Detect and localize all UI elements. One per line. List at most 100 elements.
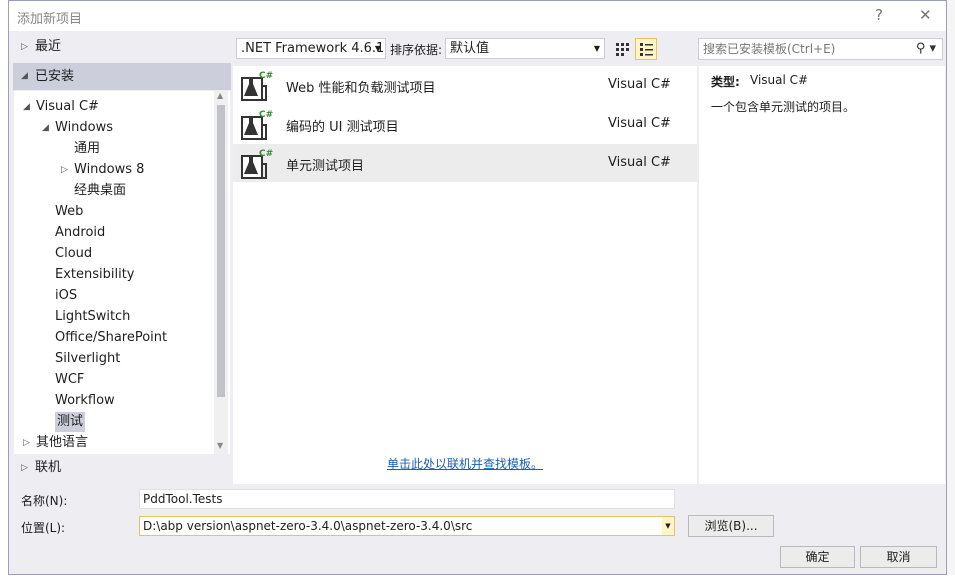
tree-item[interactable]: Cloud [55, 244, 92, 264]
template-language: Visual C# [608, 155, 671, 170]
category-recent[interactable]: ▷ 最近 [13, 35, 231, 59]
sort-select[interactable]: 默认值 ▼ [445, 38, 605, 59]
scroll-down-icon[interactable]: ▼ [217, 441, 223, 450]
tree-item-label: 测试 [57, 414, 84, 429]
sort-label: 排序依据: [390, 43, 443, 57]
help-button[interactable]: ? [875, 6, 883, 24]
template-tree: ◢ Visual C# ◢ Windows 通用 ▷ Windows 8 经典桌面 Web And… [14, 91, 230, 454]
tree-item-label: Extensibility [55, 267, 135, 282]
grid-view-icon[interactable] [612, 39, 632, 59]
location-label: 位置(L): [21, 521, 66, 535]
search-icon[interactable]: ⚲ ▾ [916, 39, 936, 59]
tree-item-label: Visual C# [36, 99, 99, 114]
tree-item[interactable]: Extensibility [55, 265, 135, 285]
name-input[interactable]: PddTool.Tests [139, 489, 675, 509]
ok-button[interactable]: 确定 [780, 546, 855, 568]
tree-item-label: 其他语言 [36, 435, 89, 450]
online-templates-link[interactable]: 单击此处以联机并查找模板。 [233, 455, 697, 472]
list-view-icon[interactable] [635, 38, 657, 60]
expand-icon[interactable]: ▷ [61, 160, 68, 180]
tree-item[interactable]: 通用 [74, 139, 100, 159]
template-language: Visual C# [608, 116, 671, 131]
dialog-title: 添加新项目 [17, 12, 83, 27]
installed-label: 已安装 [35, 69, 75, 84]
tree-item[interactable]: Office/SharePoint [55, 328, 167, 348]
type-label: 类型: [711, 75, 740, 89]
tree-item-label: Windows 8 [74, 162, 145, 177]
dropdown-arrow-icon: ▼ [374, 44, 381, 53]
tree-item-label: Workflow [55, 393, 115, 408]
expand-icon: ▷ [21, 42, 28, 52]
tree-item-label: LightSwitch [55, 309, 131, 324]
dropdown-arrow-icon: ▼ [593, 44, 600, 53]
tree-item[interactable]: Android [55, 223, 105, 243]
template-name: Web 性能和负载测试项目 [286, 81, 436, 96]
location-input[interactable]: D:\abp version\aspnet-zero-3.4.0\aspnet-… [139, 516, 675, 536]
template-description: 一个包含单元测试的项目。 [711, 100, 856, 114]
location-value: D:\abp version\aspnet-zero-3.4.0\aspnet-… [143, 519, 473, 533]
category-installed[interactable]: ◢ 已安装 [13, 63, 231, 90]
tree-item[interactable]: Workflow [55, 391, 115, 411]
test-project-icon: C# [241, 149, 273, 179]
template-item[interactable]: C# Web 性能和负载测试项目 Visual C# [233, 66, 697, 104]
background-editor [947, 0, 955, 582]
tree-item[interactable]: ◢ Visual C# [23, 97, 99, 117]
tree-item[interactable]: ▷ Windows 8 [61, 160, 145, 180]
dropdown-arrow-icon[interactable]: ▼ [662, 517, 674, 535]
sort-value: 默认值 [450, 41, 490, 56]
expand-icon[interactable]: ▷ [23, 433, 30, 453]
tree-item[interactable]: 经典桌面 [74, 181, 126, 201]
framework-value: .NET Framework 4.6.1 [241, 41, 385, 56]
tree-item-label: Office/SharePoint [55, 330, 168, 345]
tree-item[interactable]: ◢ Windows [42, 118, 114, 138]
tree-item-label: Web [55, 204, 84, 219]
type-value: Visual C# [750, 73, 809, 87]
recent-label: 最近 [35, 39, 62, 54]
template-name: 编码的 UI 测试项目 [286, 120, 399, 135]
tree-item-label: 经典桌面 [74, 183, 127, 198]
tree-item[interactable]: ▷ 其他语言 [23, 433, 89, 453]
tree-item-label: Android [55, 225, 106, 240]
tree-item-label: iOS [55, 288, 78, 303]
template-name: 单元测试项目 [286, 159, 365, 174]
template-item[interactable]: C# 单元测试项目 Visual C# [233, 144, 697, 182]
scroll-up-icon[interactable]: ▲ [217, 91, 223, 100]
category-online[interactable]: ▷ 联机 [13, 456, 231, 480]
tree-item[interactable]: 测试 [55, 412, 86, 432]
add-new-item-dialog: 添加新项目 ? ✕ ▷ 最近 ◢ 已安装 ◢ Visual C# ◢ Windows 通用 ▷… [8, 0, 947, 575]
test-project-icon: C# [241, 71, 273, 101]
svg-text:C#: C# [259, 149, 273, 159]
tree-item[interactable]: iOS [55, 286, 77, 306]
svg-text:C#: C# [259, 110, 273, 120]
tree-item[interactable]: Web [55, 202, 83, 222]
tree-item[interactable]: Silverlight [55, 349, 120, 369]
name-label: 名称(N): [21, 494, 68, 508]
expand-icon: ▷ [21, 463, 28, 473]
template-language: Visual C# [608, 77, 671, 92]
template-list: C# Web 性能和负载测试项目 Visual C# C# 编码的 UI 测试项目 Vis… [233, 66, 697, 484]
template-details: 类型: Visual C# 一个包含单元测试的项目。 [699, 66, 945, 484]
online-label: 联机 [35, 460, 62, 475]
collapse-icon[interactable]: ◢ [23, 97, 30, 117]
tree-item[interactable]: LightSwitch [55, 307, 130, 327]
tree-item-label: Windows [55, 120, 114, 135]
tree-item[interactable]: WCF [55, 370, 84, 390]
tree-item-label: Cloud [55, 246, 93, 261]
collapse-icon[interactable]: ◢ [42, 118, 49, 138]
template-item[interactable]: C# 编码的 UI 测试项目 Visual C# [233, 105, 697, 143]
search-placeholder: 搜索已安装模板(Ctrl+E) [703, 42, 836, 56]
tree-item-label: Silverlight [55, 351, 121, 366]
test-project-icon: C# [241, 110, 273, 140]
tree-item-label: 通用 [74, 141, 101, 156]
close-button[interactable]: ✕ [919, 6, 932, 24]
scroll-thumb[interactable] [217, 105, 225, 397]
collapse-icon: ◢ [21, 71, 28, 81]
browse-button[interactable]: 浏览(B)... [688, 515, 774, 537]
svg-text:C#: C# [259, 71, 273, 81]
search-input[interactable]: 搜索已安装模板(Ctrl+E) ⚲ ▾ [698, 38, 943, 60]
title-bar: 添加新项目 ? ✕ [9, 1, 946, 31]
tree-item-label: WCF [55, 372, 85, 387]
framework-select[interactable]: .NET Framework 4.6.1 ▼ [236, 38, 386, 59]
cancel-button[interactable]: 取消 [860, 546, 937, 568]
tree-scrollbar[interactable]: ▲ ▼ [214, 91, 228, 454]
